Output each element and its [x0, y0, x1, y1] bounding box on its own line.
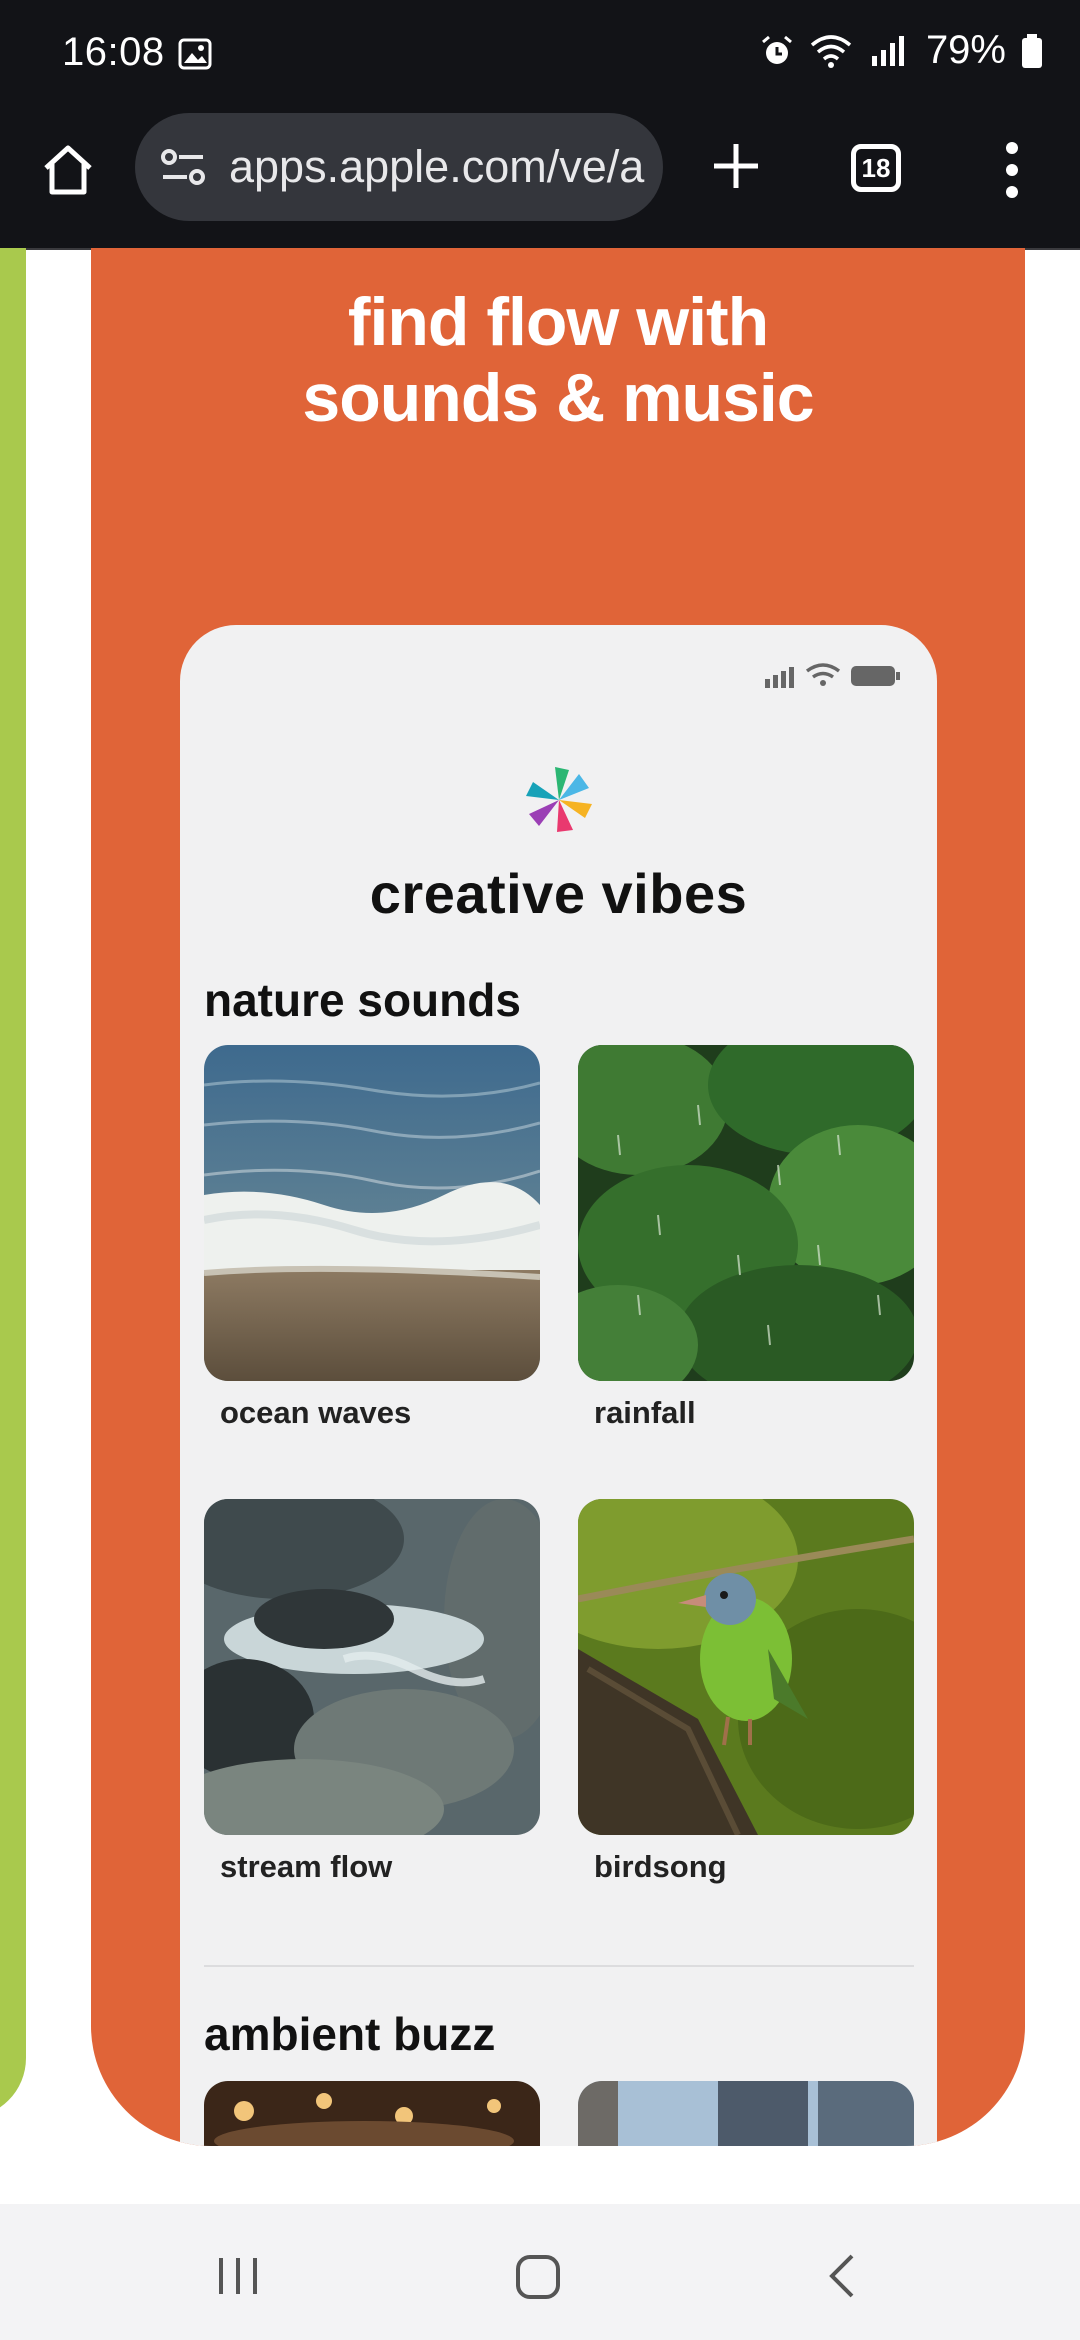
wifi-icon: [810, 34, 852, 68]
ambient-image-2: [578, 2081, 914, 2146]
tabs-button[interactable]: 18: [851, 144, 901, 192]
caption-ocean-waves: ocean waves: [220, 1395, 412, 1430]
previous-card[interactable]: [0, 248, 26, 2118]
alarm-icon: [761, 35, 792, 64]
system-nav-bar: [0, 2204, 1080, 2340]
new-tab-icon[interactable]: [710, 140, 762, 192]
caption-rainfall: rainfall: [594, 1395, 696, 1430]
battery-percent: 79%: [925, 28, 1006, 72]
rainfall-image: [578, 1045, 914, 1381]
browser-toolbar: apps.apple.com/ve/a 18: [0, 110, 1080, 250]
headline-line-1: find flow with: [347, 284, 769, 360]
gallery-icon: [178, 38, 212, 70]
back-icon[interactable]: [826, 2252, 856, 2300]
birdsong-image: [578, 1499, 914, 1835]
menu-icon[interactable]: [1000, 140, 1024, 200]
phone-mockup: creative vibes nature sounds ocean waves…: [180, 625, 937, 2146]
home-button-icon[interactable]: [515, 2254, 561, 2300]
headline-line-2: sounds & music: [302, 360, 814, 436]
caption-stream-flow: stream flow: [220, 1849, 393, 1884]
tab-count: 18: [861, 152, 891, 183]
stream-flow-image: [204, 1499, 540, 1835]
signal-icon: [871, 35, 904, 66]
address-bar[interactable]: apps.apple.com/ve/a: [135, 113, 663, 221]
ambient-image-1: [204, 2081, 540, 2146]
promo-card[interactable]: find flow with sounds & music creative v…: [91, 248, 1025, 2146]
phone-status-icons: [765, 663, 900, 688]
caption-birdsong: birdsong: [594, 1849, 727, 1884]
recent-apps-icon[interactable]: [215, 2254, 261, 2298]
app-logo-icon: [526, 767, 592, 832]
status-bar: 16:08 79%: [0, 0, 1080, 110]
promo-headline: find flow with sounds & music: [91, 284, 1025, 436]
sound-tile-rainfall[interactable]: [578, 1045, 914, 1381]
ambient-tile-2[interactable]: [578, 2081, 914, 2146]
section-divider: [204, 1965, 914, 1967]
battery-icon: [1022, 33, 1042, 68]
sound-tile-birdsong[interactable]: [578, 1499, 914, 1835]
app-title: creative vibes: [369, 862, 748, 925]
sound-tile-ocean-waves[interactable]: [204, 1045, 540, 1381]
home-icon[interactable]: [38, 140, 98, 200]
section-title-ambient-buzz: ambient buzz: [204, 2008, 496, 2060]
status-time: 16:08: [62, 30, 165, 74]
sound-tile-stream-flow[interactable]: [204, 1499, 540, 1835]
section-title-nature-sounds: nature sounds: [204, 974, 521, 1026]
ocean-waves-image: [204, 1045, 540, 1381]
site-settings-icon[interactable]: [159, 145, 207, 189]
ambient-tile-1[interactable]: [204, 2081, 540, 2146]
url-text[interactable]: apps.apple.com/ve/a: [229, 141, 644, 193]
